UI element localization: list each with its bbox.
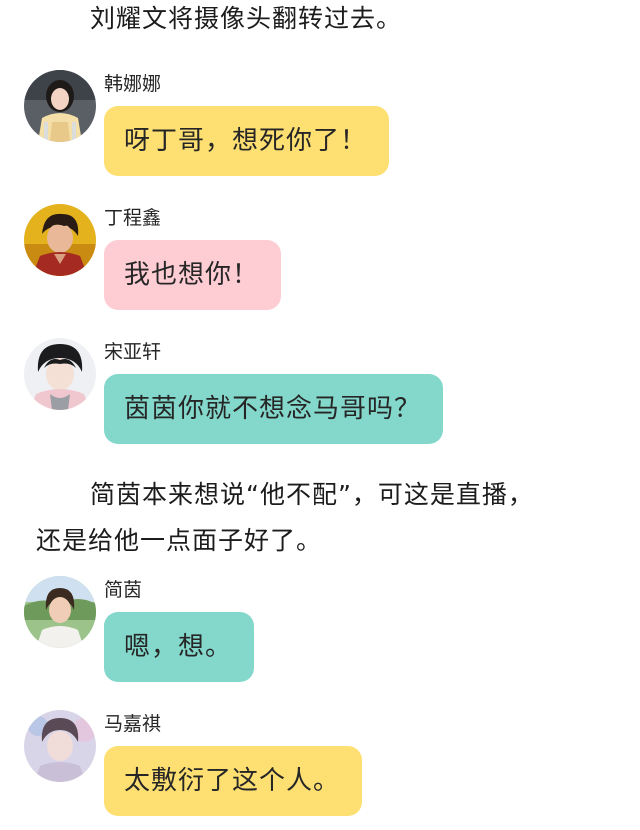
narration-line-2a: 简茵本来想说“他不配”，可这是直播， xyxy=(90,480,534,509)
avatar-majiaqi[interactable] xyxy=(24,710,96,782)
sender-name: 简茵 xyxy=(104,579,143,601)
avatar-dingchengxin[interactable] xyxy=(24,204,96,276)
sender-name: 宋亚轩 xyxy=(104,341,162,363)
sender-name: 丁程鑫 xyxy=(104,207,162,229)
chat-message-songyaxuan: 宋亚轩 茵茵你就不想念马哥吗？ xyxy=(24,338,640,458)
chat-message-jianyin: 简茵 嗯，想。 xyxy=(24,576,640,696)
avatar-hannana[interactable] xyxy=(24,70,96,142)
message-bubble[interactable]: 茵茵你就不想念马哥吗？ xyxy=(104,374,444,444)
narration-line-1: 刘耀文将摄像头翻转过去。 xyxy=(90,4,403,33)
narration-line-2b: 还是给他一点面子好了。 xyxy=(36,526,323,555)
chat-message-hannana: 韩娜娜 呀丁哥，想死你了！ xyxy=(24,70,640,190)
message-bubble[interactable]: 我也想你！ xyxy=(104,240,282,310)
chat-message-majiaqi: 马嘉祺 太敷衍了这个人。 xyxy=(24,710,640,830)
message-bubble[interactable]: 太敷衍了这个人。 xyxy=(104,746,363,816)
message-bubble[interactable]: 呀丁哥，想死你了！ xyxy=(104,106,390,176)
sender-name: 韩娜娜 xyxy=(104,73,162,95)
sender-name: 马嘉祺 xyxy=(104,713,162,735)
avatar-jianyin[interactable] xyxy=(24,576,96,648)
message-bubble[interactable]: 嗯，想。 xyxy=(104,612,255,682)
avatar-songyaxuan[interactable] xyxy=(24,338,96,410)
narration-paragraph-2: 简茵本来想说“他不配”，可这是直播， 还是给他一点面子好了。 xyxy=(36,476,640,560)
chat-message-dingchengxin: 丁程鑫 我也想你！ xyxy=(24,204,640,324)
